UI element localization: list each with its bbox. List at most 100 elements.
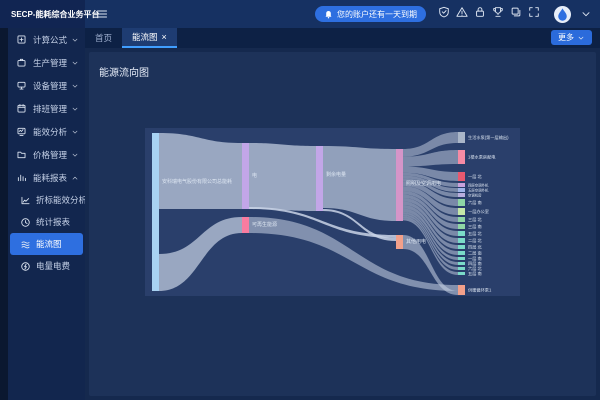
chevron-down-icon	[577, 34, 585, 42]
sankey-node[interactable]	[458, 172, 465, 181]
sankey-node[interactable]	[242, 143, 249, 209]
copy-icon[interactable]	[509, 6, 522, 19]
sankey-plot-area: 安科瑞电气股份有限公司总能耗电可再生能源剩余电量照明及空调用电其他用电生活水泵(…	[145, 128, 520, 296]
energy-flow-card: 能源流向图 安科瑞电气股份有限公司总能耗电可再生能源剩余电量照明及空调用电其他用…	[89, 52, 596, 396]
sankey-link	[249, 143, 316, 211]
sankey-node-label: 照明及空调用电	[406, 180, 441, 187]
hamburger-menu-icon[interactable]	[95, 7, 109, 21]
notice-text: 您的账户还有一天到期	[337, 9, 417, 20]
trend-icon	[20, 195, 31, 206]
trophy-icon[interactable]	[491, 6, 504, 19]
sidebar-item-1[interactable]: 生产管理	[8, 51, 85, 74]
sidebar-item-5[interactable]: 价格管理	[8, 143, 85, 166]
sankey-node-label: 供暖循环泵1	[468, 287, 492, 294]
sidebar-subitem-1[interactable]: 统计报表	[10, 211, 83, 233]
device-icon	[16, 80, 27, 91]
header-actions: 您的账户还有一天到期	[315, 5, 600, 23]
sidebar-item-6[interactable]: 能耗报表	[8, 166, 85, 189]
sidebar-item-4[interactable]: 能效分析	[8, 120, 85, 143]
warning-icon[interactable]	[455, 6, 468, 19]
sidebar-subitem-3[interactable]: 电量电费	[10, 255, 83, 277]
sankey-node[interactable]	[458, 251, 465, 255]
sankey-node[interactable]	[458, 238, 465, 243]
sidebar-item-label: 能效分析	[33, 126, 67, 138]
clock-icon	[20, 217, 31, 228]
sankey-node-label: 剩余电量	[326, 171, 346, 178]
sankey-node[interactable]	[458, 193, 465, 197]
sidebar-item-3[interactable]: 排班管理	[8, 97, 85, 120]
sankey-node[interactable]	[396, 149, 403, 221]
sidebar-subitem-label: 折标能效分析	[36, 194, 85, 206]
shield-icon[interactable]	[437, 6, 450, 19]
sankey-node[interactable]	[458, 285, 465, 295]
sankey-node[interactable]	[316, 146, 323, 211]
price-icon	[16, 149, 27, 160]
sankey-link	[159, 133, 242, 209]
sankey-node[interactable]	[458, 245, 465, 249]
more-tabs-button[interactable]: 更多	[551, 30, 592, 45]
sankey-node[interactable]	[458, 183, 465, 187]
sankey-node-label: 一层 北	[468, 173, 483, 180]
sankey-node[interactable]	[458, 188, 465, 192]
sidebar-item-label: 排班管理	[33, 103, 67, 115]
sankey-node[interactable]	[458, 224, 465, 229]
sankey-node[interactable]	[458, 132, 465, 143]
app-title: SECP-能耗综合业务平台	[11, 9, 99, 20]
sidebar-item-2[interactable]: 设备管理	[8, 74, 85, 97]
sidebar-item-label: 价格管理	[33, 149, 67, 161]
top-header: SECP-能耗综合业务平台 您的账户还有一天到期	[0, 0, 600, 28]
tab-0[interactable]: 首页	[85, 28, 122, 48]
sidebar-subitem-label: 统计报表	[36, 216, 70, 228]
fullscreen-icon[interactable]	[527, 6, 540, 19]
chevron-down-icon	[71, 105, 79, 113]
sankey-node[interactable]	[458, 217, 465, 222]
power-icon	[20, 261, 31, 272]
sidebar-item-label: 计算公式	[33, 34, 67, 46]
sidebar-subitem-label: 能流图	[36, 238, 62, 250]
sankey-node[interactable]	[152, 133, 159, 291]
sankey-node-label: 四层 北	[468, 244, 483, 251]
sankey-node-label: 可再生能源	[252, 221, 277, 228]
sankey-node[interactable]	[458, 257, 465, 260]
sankey-node[interactable]	[242, 217, 249, 233]
sankey-node[interactable]	[458, 231, 465, 236]
avatar[interactable]	[554, 6, 571, 23]
left-rail	[0, 28, 8, 400]
chevron-up-icon	[71, 174, 79, 182]
tab-label: 首页	[95, 32, 112, 44]
sankey-node[interactable]	[458, 150, 465, 164]
analysis-icon	[16, 126, 27, 137]
sankey-node-label: 生活水泵(第一层输出)	[468, 134, 509, 141]
close-tab-icon[interactable]: ×	[162, 33, 167, 42]
sankey-node-label: 一层办公室	[468, 208, 489, 215]
main-content: 能源流向图 安科瑞电气股份有限公司总能耗电可再生能源剩余电量照明及空调用电其他用…	[85, 48, 600, 400]
schedule-icon	[16, 103, 27, 114]
sidebar-item-label: 设备管理	[33, 80, 67, 92]
sidebar-subitem-0[interactable]: 折标能效分析	[10, 189, 83, 211]
logo[interactable]: SECP-能耗综合业务平台	[0, 0, 85, 28]
sankey-node[interactable]	[458, 208, 465, 215]
tab-label: 能流图	[132, 31, 158, 43]
lock-icon[interactable]	[473, 6, 486, 19]
sankey-chart: 安科瑞电气股份有限公司总能耗电可再生能源剩余电量照明及空调用电其他用电生活水泵(…	[145, 128, 520, 296]
panel-title: 能源流向图	[99, 64, 149, 79]
sankey-node[interactable]	[458, 272, 465, 275]
sankey-node-label: 电	[252, 172, 257, 179]
report-icon	[16, 172, 27, 183]
sankey-node[interactable]	[458, 267, 465, 270]
account-notice-button[interactable]: 您的账户还有一天到期	[315, 6, 426, 22]
sidebar-item-0[interactable]: 计算公式	[8, 28, 85, 51]
sankey-node[interactable]	[458, 262, 465, 265]
sankey-node[interactable]	[458, 199, 465, 206]
sankey-node-label: 1楼水泵房配电	[468, 154, 496, 161]
tab-1[interactable]: 能流图 ×	[122, 28, 177, 48]
formula-icon	[16, 34, 27, 45]
sankey-node-label: 五层 南	[468, 270, 482, 277]
chevron-down-icon[interactable]	[579, 8, 592, 21]
sidebar-subitem-2[interactable]: 能流图	[10, 233, 83, 255]
header-icon-row	[432, 5, 540, 23]
chevron-down-icon	[71, 82, 79, 90]
sankey-link	[323, 146, 396, 221]
sankey-node[interactable]	[396, 235, 403, 249]
production-icon	[16, 57, 27, 68]
